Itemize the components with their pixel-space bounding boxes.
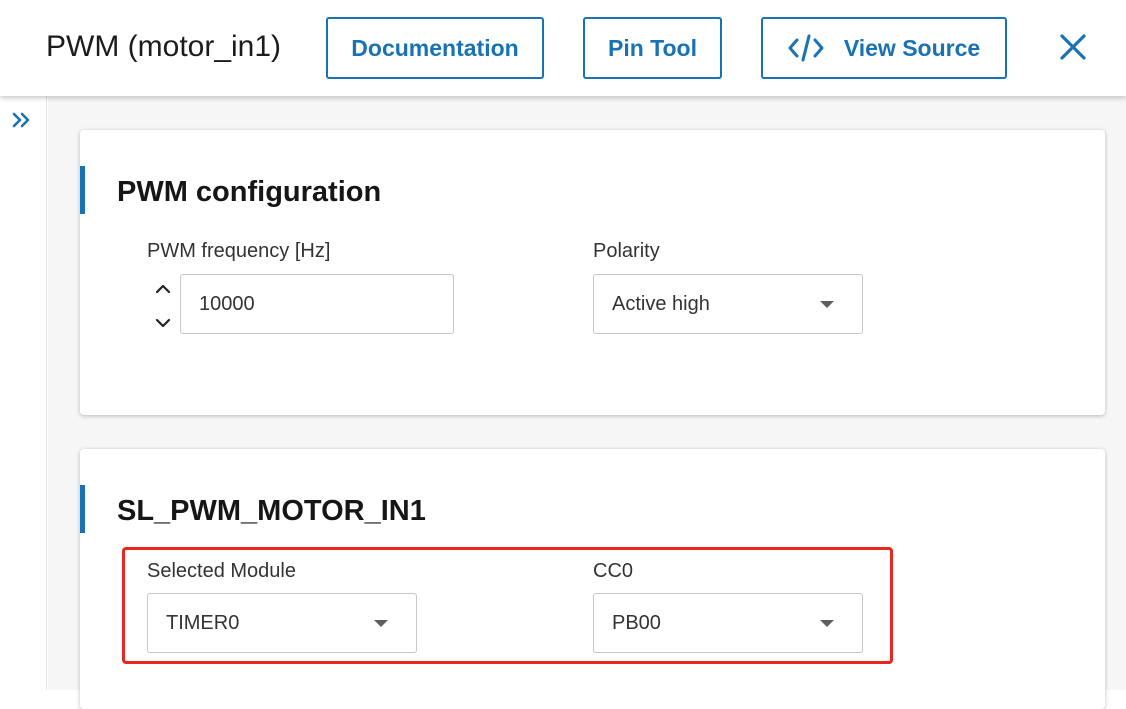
pwm-frequency-stepper bbox=[152, 274, 174, 334]
pwm-instance-card: SL_PWM_MOTOR_IN1 Selected Module TIMER0 … bbox=[80, 449, 1105, 709]
selected-module-value: TIMER0 bbox=[166, 611, 240, 634]
documentation-button[interactable]: Documentation bbox=[326, 17, 544, 79]
chevron-up-icon bbox=[155, 284, 171, 294]
dropdown-caret-icon bbox=[820, 301, 834, 308]
cc0-label: CC0 bbox=[593, 560, 634, 582]
double-chevron-right-icon bbox=[12, 112, 30, 128]
pwm-frequency-value: 10000 bbox=[199, 292, 255, 315]
pwm-frequency-label: PWM frequency [Hz] bbox=[147, 240, 331, 262]
page-title: PWM (motor_in1) bbox=[46, 30, 282, 63]
chevron-down-icon bbox=[155, 318, 171, 328]
pin-tool-button-label: Pin Tool bbox=[607, 34, 697, 61]
main-content: PWM configuration PWM frequency [Hz] 100… bbox=[48, 96, 1126, 709]
selected-module-label: Selected Module bbox=[147, 560, 296, 582]
pwm-configuration-card: PWM configuration PWM frequency [Hz] 100… bbox=[80, 130, 1105, 415]
view-source-button[interactable]: View Source bbox=[761, 17, 1007, 79]
documentation-button-label: Documentation bbox=[351, 34, 519, 61]
polarity-value: Active high bbox=[612, 292, 710, 315]
side-rail bbox=[0, 96, 47, 690]
expand-panel-button[interactable] bbox=[10, 108, 34, 132]
dropdown-caret-icon bbox=[374, 620, 388, 627]
code-icon bbox=[788, 33, 824, 63]
cc0-value: PB00 bbox=[612, 611, 661, 634]
card-title: PWM configuration bbox=[117, 176, 382, 208]
view-source-button-label: View Source bbox=[843, 34, 981, 61]
decrement-button[interactable] bbox=[152, 312, 174, 334]
card-accent-bar bbox=[80, 485, 85, 533]
pin-tool-button[interactable]: Pin Tool bbox=[583, 17, 722, 79]
polarity-select[interactable]: Active high bbox=[593, 274, 863, 334]
selected-module-select[interactable]: TIMER0 bbox=[147, 593, 417, 653]
card-accent-bar bbox=[80, 166, 85, 214]
header-bar: PWM (motor_in1) Documentation Pin Tool V… bbox=[0, 0, 1126, 96]
card-title: SL_PWM_MOTOR_IN1 bbox=[117, 495, 426, 527]
polarity-label: Polarity bbox=[593, 240, 660, 262]
cc0-select[interactable]: PB00 bbox=[593, 593, 863, 653]
increment-button[interactable] bbox=[152, 278, 174, 300]
close-button[interactable] bbox=[1056, 30, 1090, 64]
pwm-frequency-input[interactable]: 10000 bbox=[180, 274, 454, 334]
dropdown-caret-icon bbox=[820, 620, 834, 627]
close-icon bbox=[1060, 34, 1086, 60]
